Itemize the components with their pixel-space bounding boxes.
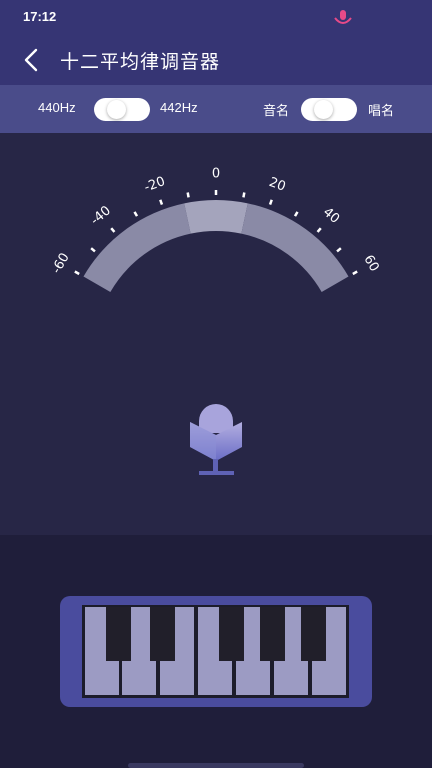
options-bar: 440Hz 442Hz 音名 唱名 [0, 85, 432, 133]
toggle-knob [314, 100, 333, 119]
gauge-tick-label: 20 [267, 175, 288, 195]
gauge-tick [316, 227, 322, 233]
status-time: 17:12 [23, 9, 57, 24]
gauge-arc-center [184, 200, 248, 234]
gauge-tick [293, 211, 299, 217]
gauge-tick [352, 270, 358, 276]
piano-area [0, 535, 432, 768]
gauge-tick [336, 247, 342, 253]
gauge-tick [74, 270, 80, 276]
app-bar: 十二平均律调音器 [0, 35, 432, 85]
gauge-tick-label: 40 [320, 205, 342, 227]
microphone-status-icon [334, 10, 352, 24]
note-name-label: 音名 [263, 103, 290, 118]
tuner-gauge: -60 -40 -20 0 20 40 60 [49, 167, 382, 475]
gauge-tick-label: 0 [212, 167, 220, 182]
chevron-left-icon [24, 48, 38, 72]
black-key-a-sharp[interactable] [301, 607, 326, 661]
gauge-tick [186, 192, 190, 198]
gauge-tick [90, 247, 96, 253]
gauge-tick [242, 192, 246, 198]
gauge-tick [133, 211, 139, 217]
black-key-d-sharp[interactable] [150, 607, 175, 661]
microphone-icon [190, 404, 242, 475]
gauge-tick-label: -20 [142, 174, 167, 195]
gauge-tick [159, 199, 164, 205]
gauge-tick [268, 199, 273, 205]
tuner-meter-area: -60 -40 -20 0 20 40 60 [0, 133, 432, 535]
notation-toggle[interactable] [301, 98, 357, 121]
freq-440-label: 440Hz [38, 100, 76, 115]
gauge-tick-label: 60 [360, 253, 381, 275]
nav-handle [128, 763, 304, 768]
solfege-label: 唱名 [368, 103, 395, 118]
black-key-g-sharp[interactable] [260, 607, 285, 661]
status-bar: 17:12 [0, 0, 432, 35]
freq-442-label: 442Hz [160, 100, 198, 115]
black-key-c-sharp[interactable] [106, 607, 131, 661]
back-button[interactable] [14, 43, 48, 77]
frequency-toggle[interactable] [94, 98, 150, 121]
piano-keys [82, 605, 349, 698]
gauge-tick [110, 227, 116, 233]
page-title: 十二平均律调音器 [60, 51, 221, 73]
toggle-knob [107, 100, 126, 119]
gauge-tick-label: -60 [49, 251, 73, 277]
black-key-f-sharp[interactable] [219, 607, 244, 661]
piano-keyboard [60, 596, 372, 707]
gauge-tick-label: -40 [88, 203, 114, 228]
